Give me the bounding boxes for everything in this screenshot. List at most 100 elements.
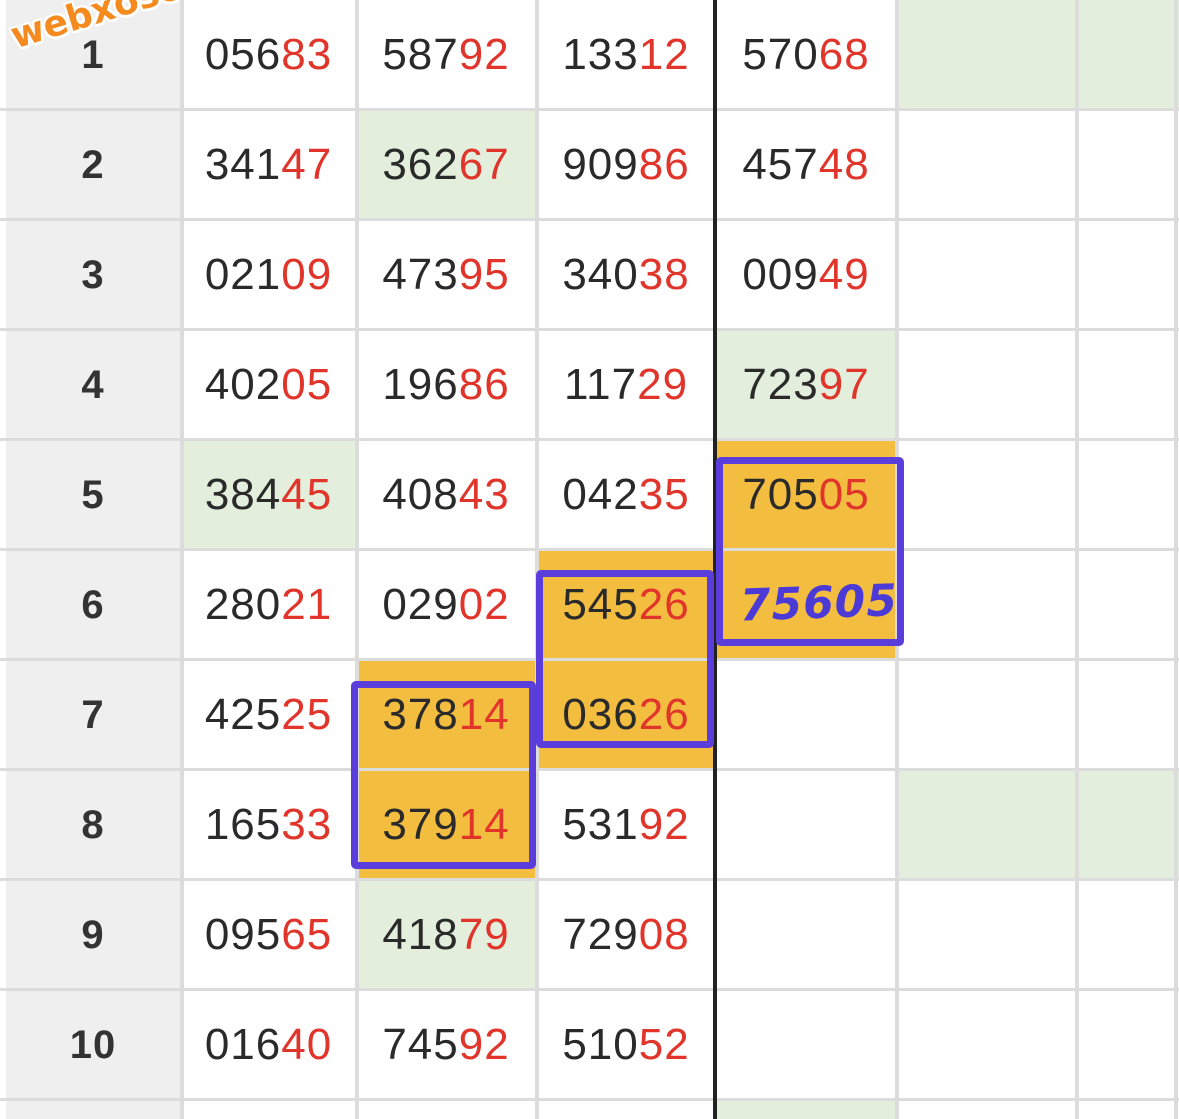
result-cell: 362 67 (357, 110, 535, 220)
result-cell (897, 0, 1075, 110)
number-prefix: 165 (204, 800, 282, 849)
result-cell (897, 990, 1075, 1100)
row-divider (0, 988, 1179, 991)
number-prefix: 340 (562, 250, 639, 299)
row-divider (0, 438, 1179, 441)
number-suffix: 43 (458, 470, 510, 519)
result-cell: 133 12 (537, 0, 715, 110)
result-cell: 095 65 (182, 880, 355, 990)
result-cell: 570 68 (717, 0, 895, 110)
result-cell: 384 45 (182, 440, 355, 550)
handwritten-number: 75605 (738, 575, 899, 632)
result-cell (897, 330, 1075, 440)
empty-cell (1077, 1100, 1179, 1119)
result-cell: 531 92 (537, 770, 715, 880)
number-prefix: 745 (382, 1020, 459, 1069)
result-cell: 029 02 (357, 550, 535, 660)
number-suffix: 33 (281, 800, 333, 849)
column-divider (1075, 0, 1079, 1119)
result-cell: 341 47 (182, 110, 355, 220)
number-suffix: 92 (458, 1020, 510, 1069)
row-divider (0, 328, 1179, 331)
number-suffix: 92 (458, 30, 510, 79)
row-index: 4 (6, 330, 180, 440)
number-prefix: 021 (204, 250, 282, 299)
number-suffix: 08 (638, 910, 690, 959)
number-suffix: 29 (637, 360, 689, 409)
result-cell (897, 440, 1075, 550)
number-prefix: 473 (382, 250, 459, 299)
number-suffix: 48 (818, 140, 870, 189)
number-prefix: 016 (204, 1020, 282, 1069)
number-suffix: 52 (638, 1020, 690, 1069)
number-suffix: 92 (638, 800, 690, 849)
number-suffix: 25 (281, 690, 333, 739)
result-cell (1077, 550, 1179, 660)
number-prefix: 009 (742, 250, 819, 299)
number-prefix: 909 (562, 140, 639, 189)
result-cell: 280 21 (182, 550, 355, 660)
number-suffix: 47 (281, 140, 333, 189)
empty-cell (717, 1100, 895, 1119)
result-cell: 009 49 (717, 220, 895, 330)
result-cell (717, 880, 895, 990)
number-prefix: 510 (562, 1020, 639, 1069)
number-prefix: 042 (562, 470, 639, 519)
row-divider (0, 108, 1179, 111)
result-cell (1077, 330, 1179, 440)
result-cell: 021 09 (182, 220, 355, 330)
number-prefix: 029 (382, 580, 459, 629)
number-prefix: 418 (382, 910, 459, 959)
number-prefix: 402 (204, 360, 282, 409)
result-table: 1 056 83 587 92 133 12 570 68 2 341 47 362 67 909 86 457… (0, 0, 1179, 1119)
row-divider (0, 218, 1179, 221)
result-cell: 457 48 (717, 110, 895, 220)
result-cell: 723 97 (717, 330, 895, 440)
result-cell: 016 40 (182, 990, 355, 1100)
number-suffix: 02 (458, 580, 510, 629)
empty-cell (182, 1100, 355, 1119)
result-cell: 165 33 (182, 770, 355, 880)
row-index: 2 (6, 110, 180, 220)
number-suffix: 67 (458, 140, 510, 189)
result-cell (897, 110, 1075, 220)
result-cell (1077, 220, 1179, 330)
result-cell: 408 43 (357, 440, 535, 550)
number-suffix: 49 (818, 250, 870, 299)
result-cell: 042 35 (537, 440, 715, 550)
number-suffix: 86 (458, 360, 510, 409)
result-cell: 909 86 (537, 110, 715, 220)
column-divider (180, 0, 184, 1119)
result-cell: 117 29 (537, 330, 715, 440)
number-prefix: 095 (204, 910, 282, 959)
result-cell (1077, 880, 1179, 990)
row-index: 10 (6, 990, 180, 1100)
number-prefix: 133 (562, 30, 639, 79)
number-suffix: 05 (281, 360, 333, 409)
number-suffix: 38 (638, 250, 690, 299)
result-cell (897, 550, 1075, 660)
number-prefix: 587 (382, 30, 459, 79)
number-prefix: 280 (204, 580, 282, 629)
number-prefix: 729 (562, 910, 639, 959)
number-prefix: 196 (382, 360, 459, 409)
result-cell (1077, 770, 1179, 880)
number-suffix: 79 (458, 910, 510, 959)
number-prefix: 056 (204, 30, 282, 79)
number-prefix: 457 (742, 140, 819, 189)
result-cell (897, 220, 1075, 330)
result-cell: 510 52 (537, 990, 715, 1100)
number-prefix: 341 (204, 140, 282, 189)
result-cell (897, 770, 1075, 880)
number-suffix: 35 (638, 470, 690, 519)
result-cell: 425 25 (182, 660, 355, 770)
empty-cell (537, 1100, 715, 1119)
number-prefix: 117 (563, 360, 638, 409)
number-suffix: 83 (281, 30, 333, 79)
number-suffix: 40 (281, 1020, 333, 1069)
highlight-box (351, 681, 536, 869)
row-divider (0, 768, 1179, 771)
empty-cell (357, 1100, 535, 1119)
row-divider (0, 548, 1179, 551)
number-prefix: 408 (382, 470, 459, 519)
